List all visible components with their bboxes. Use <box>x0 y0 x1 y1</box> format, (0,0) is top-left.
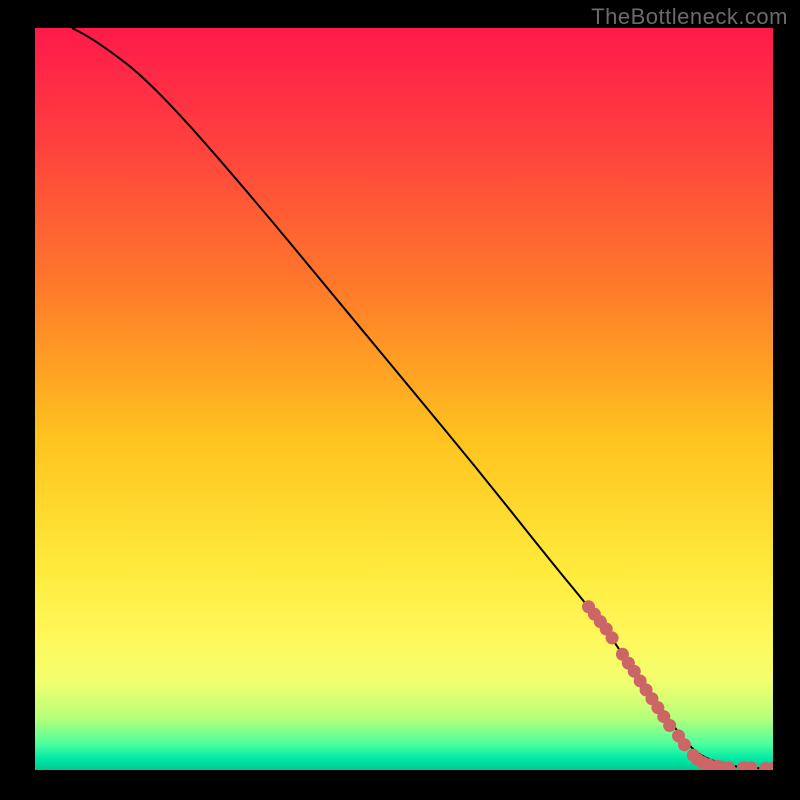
chart-frame: TheBottleneck.com <box>0 0 800 800</box>
marker-point <box>663 719 676 732</box>
chart-plot-area <box>35 28 773 770</box>
marker-point <box>606 631 619 644</box>
marker-point <box>678 738 691 751</box>
chart-svg <box>35 28 773 770</box>
watermark-text: TheBottleneck.com <box>591 4 788 30</box>
gradient-background <box>35 28 773 770</box>
